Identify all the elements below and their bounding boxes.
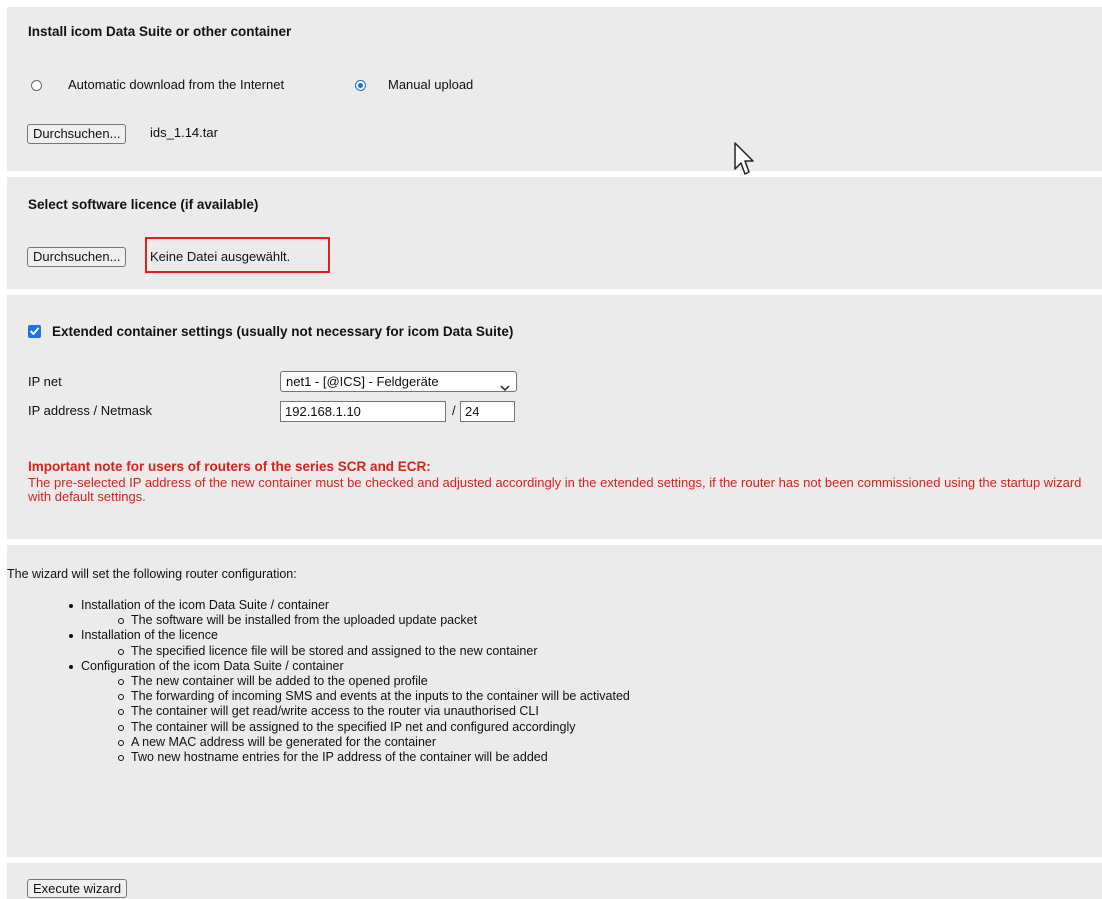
radio-automatic-download[interactable]: [31, 80, 42, 91]
ip-net-label: IP net: [28, 374, 62, 389]
summary-subitem: The software will be installed from the …: [81, 613, 630, 628]
radio-manual-upload-label: Manual upload: [388, 77, 474, 92]
licence-section-title: Select software licence (if available): [28, 197, 259, 212]
highlight-box: [145, 237, 330, 273]
summary-list: Installation of the icom Data Suite / co…: [7, 598, 630, 765]
ip-address-input[interactable]: 192.168.1.10: [280, 401, 446, 422]
summary-subitem: The new container will be added to the o…: [81, 674, 630, 689]
execute-wizard-button[interactable]: Execute wizard: [27, 879, 128, 898]
ip-address-label: IP address / Netmask: [28, 403, 153, 418]
summary-intro: The wizard will set the following router…: [7, 567, 297, 581]
radio-automatic-download-label: Automatic download from the Internet: [68, 77, 285, 92]
radio-manual-upload[interactable]: [355, 80, 366, 91]
ip-net-select[interactable]: net1 - [@ICS] - Feldgeräte: [280, 371, 517, 392]
summary-item-label: Installation of the licence: [81, 628, 218, 643]
summary-subitem: The container will get read/write access…: [81, 704, 630, 719]
summary-item: Configuration of the icom Data Suite / c…: [7, 659, 630, 765]
netmask-input[interactable]: 24: [460, 401, 515, 422]
extended-settings-checkbox[interactable]: [28, 325, 41, 338]
summary-subitem: The forwarding of incoming SMS and event…: [81, 689, 630, 704]
install-browse-button[interactable]: Durchsuchen...: [27, 124, 127, 144]
install-section: Install icom Data Suite or other contain…: [7, 7, 1102, 175]
summary-section: The wizard will set the following router…: [7, 545, 1102, 857]
summary-item: Installation of the icom Data Suite / co…: [7, 598, 630, 628]
summary-item: Installation of the licence The specifie…: [7, 628, 630, 658]
mouse-pointer-icon: [733, 141, 757, 180]
summary-item-label: Installation of the icom Data Suite / co…: [81, 598, 330, 612]
summary-subitem: The container will be assigned to the sp…: [81, 720, 630, 735]
summary-subitem: Two new hostname entries for the IP addr…: [81, 750, 630, 765]
summary-subitem: The specified licence file will be store…: [81, 644, 630, 659]
licence-section: Select software licence (if available) D…: [7, 177, 1102, 289]
netmask-separator: /: [452, 403, 456, 418]
extended-settings-section: Extended container settings (usually not…: [7, 295, 1102, 539]
install-file-name: ids_1.14.tar: [150, 125, 218, 140]
summary-subitem: A new MAC address will be generated for …: [81, 735, 630, 750]
chevron-down-icon: [500, 378, 510, 397]
warning-title: Important note for users of routers of t…: [28, 459, 431, 474]
summary-item-label: Configuration of the icom Data Suite / c…: [81, 658, 344, 673]
warning-text: The pre-selected IP address of the new c…: [28, 475, 1082, 504]
ip-net-selected-value: net1 - [@ICS] - Feldgeräte: [286, 374, 439, 389]
check-icon: [30, 327, 39, 335]
extended-settings-label: Extended container settings (usually not…: [52, 324, 514, 339]
execute-section: Execute wizard: [7, 863, 1102, 899]
install-section-title: Install icom Data Suite or other contain…: [28, 24, 292, 39]
licence-browse-button[interactable]: Durchsuchen...: [27, 247, 127, 267]
